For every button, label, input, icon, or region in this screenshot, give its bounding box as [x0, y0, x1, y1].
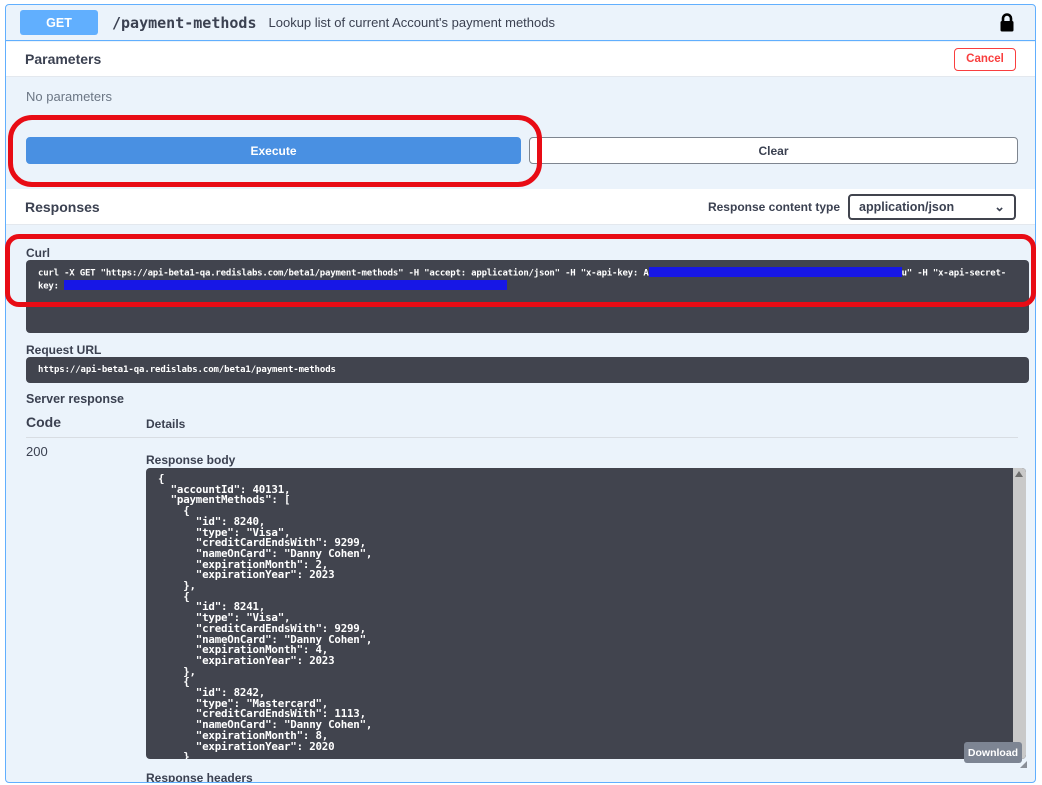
request-url-value: https://api-beta1-qa.redislabs.com/beta1…: [26, 357, 1029, 383]
request-url-title: Request URL: [26, 343, 101, 357]
opblock-summary[interactable]: GET /payment-methods Lookup list of curr…: [6, 5, 1035, 41]
code-column-header: Code: [26, 414, 61, 430]
cancel-button[interactable]: Cancel: [954, 48, 1016, 71]
scrollbar[interactable]: [1013, 468, 1026, 759]
responses-title: Responses: [25, 199, 100, 215]
curl-title: Curl: [26, 246, 50, 260]
server-response-title: Server response: [26, 392, 124, 406]
curl-line-1: curl -X GET "https://api-beta1-qa.redisl…: [38, 267, 1017, 280]
response-content-type-select[interactable]: application/json ⌄: [848, 194, 1016, 220]
curl-line-2: key:: [38, 280, 1017, 293]
response-content-type-value: application/json: [859, 200, 954, 214]
download-button[interactable]: Download: [964, 742, 1022, 763]
details-column-header: Details: [146, 417, 185, 431]
parameters-section-header: Parameters Cancel: [6, 42, 1035, 77]
response-content-type-label: Response content type: [708, 200, 840, 214]
lock-icon[interactable]: [999, 13, 1015, 33]
curl-command-block[interactable]: curl -X GET "https://api-beta1-qa.redisl…: [26, 260, 1029, 333]
endpoint-path: /payment-methods: [112, 14, 257, 32]
parameters-title: Parameters: [25, 51, 101, 67]
no-parameters-text: No parameters: [26, 89, 112, 104]
swagger-ui-page: GET /payment-methods Lookup list of curr…: [0, 0, 1042, 785]
response-body-block[interactable]: { "accountId": 40131, "paymentMethods": …: [146, 468, 1026, 759]
http-method-badge: GET: [20, 10, 98, 35]
endpoint-description: Lookup list of current Account's payment…: [269, 15, 555, 30]
clear-button[interactable]: Clear: [529, 137, 1018, 164]
status-code-value: 200: [26, 444, 48, 459]
table-divider: [26, 437, 1018, 438]
execute-button[interactable]: Execute: [26, 137, 521, 164]
response-body-json: { "accountId": 40131, "paymentMethods": …: [158, 474, 372, 759]
resize-grip-icon[interactable]: [1020, 761, 1027, 768]
scroll-up-icon[interactable]: [1015, 471, 1023, 477]
opblock-get-payment-methods: GET /payment-methods Lookup list of curr…: [5, 4, 1036, 783]
response-body-label: Response body: [146, 453, 235, 467]
responses-section-header: Responses Response content type applicat…: [6, 189, 1035, 225]
chevron-down-icon: ⌄: [994, 200, 1005, 213]
redacted-api-secret-key: [64, 280, 507, 290]
response-content-type-wrap: Response content type application/json ⌄: [708, 194, 1016, 220]
response-headers-label: Response headers: [146, 771, 253, 783]
redacted-api-key: [649, 267, 902, 277]
